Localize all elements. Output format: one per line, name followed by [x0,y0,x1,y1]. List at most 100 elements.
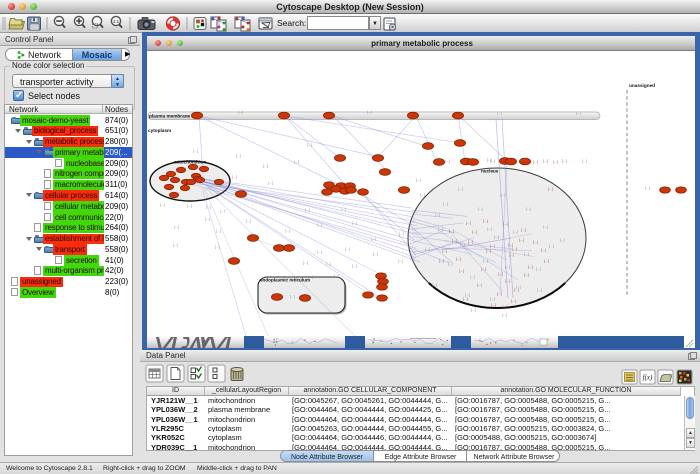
svg-text:[...]: [...] [263,164,268,168]
svg-text:[...]: [...] [216,229,221,233]
svg-text:[...]: [...] [367,110,372,114]
svg-text:[...]: [...] [544,259,549,263]
svg-text:[...]: [...] [491,303,496,307]
svg-text:endoplasmic reticulum: endoplasmic reticulum [260,278,310,283]
svg-text:[...]: [...] [456,257,461,261]
svg-text:[...]: [...] [576,111,581,115]
svg-text:[...]: [...] [236,154,241,158]
svg-text:[...]: [...] [526,207,531,211]
svg-text:[...]: [...] [486,249,491,253]
svg-text:[...]: [...] [445,159,450,163]
svg-text:[...]: [...] [521,228,526,232]
svg-text:[...]: [...] [645,186,650,190]
svg-text:[...]: [...] [294,160,299,164]
svg-text:[...]: [...] [505,279,510,283]
svg-text:[...]: [...] [537,288,542,292]
svg-text:[...]: [...] [303,261,308,265]
svg-text:[...]: [...] [290,295,295,299]
svg-text:[...]: [...] [512,247,517,251]
svg-text:[...]: [...] [443,202,448,206]
svg-text:[...]: [...] [533,240,538,244]
svg-text:[...]: [...] [215,245,220,249]
svg-text:[...]: [...] [160,203,165,207]
svg-text:[...]: [...] [505,265,510,269]
svg-text:[...]: [...] [560,238,565,242]
svg-text:[...]: [...] [503,222,508,226]
svg-text:[...]: [...] [528,265,533,269]
svg-text:[...]: [...] [514,288,519,292]
svg-text:[...]: [...] [468,240,473,244]
svg-text:[...]: [...] [438,227,443,231]
svg-text:[...]: [...] [452,239,457,243]
svg-text:[...]: [...] [399,232,404,236]
svg-text:[...]: [...] [524,273,529,277]
svg-text:[...]: [...] [448,262,453,266]
svg-text:[...]: [...] [334,274,339,278]
svg-text:[...]: [...] [497,111,502,115]
svg-text:[...]: [...] [502,305,507,309]
svg-text:[...]: [...] [449,229,454,233]
svg-text:[...]: [...] [420,193,425,197]
svg-text:[...]: [...] [317,250,322,254]
svg-text:[...]: [...] [193,149,198,153]
svg-text:[...]: [...] [494,235,499,239]
svg-text:[...]: [...] [553,160,558,164]
svg-text:[...]: [...] [508,243,513,247]
svg-text:[...]: [...] [466,221,471,225]
svg-text:[...]: [...] [521,157,526,161]
svg-text:[...]: [...] [490,159,495,163]
svg-text:[...]: [...] [416,178,421,182]
svg-text:[...]: [...] [458,187,463,191]
svg-text:[...]: [...] [463,297,468,301]
svg-text:[...]: [...] [543,225,548,229]
svg-text:unassigned: unassigned [629,83,655,88]
svg-text:1:1: 1:1 [113,19,120,24]
svg-text:[...]: [...] [317,223,322,227]
svg-text:[...]: [...] [459,269,464,273]
svg-text:[...]: [...] [524,252,529,256]
svg-text:[...]: [...] [460,243,465,247]
svg-text:[...]: [...] [500,193,505,197]
svg-text:[...]: [...] [341,207,346,211]
svg-text:[...]: [...] [513,230,518,234]
svg-text:[...]: [...] [326,262,331,266]
svg-text:[...]: [...] [246,219,251,223]
svg-text:[...]: [...] [307,143,312,147]
svg-text:[...]: [...] [582,159,587,163]
svg-text:cytoplasm: cytoplasm [148,128,171,133]
svg-text:[...]: [...] [432,283,437,287]
svg-text:[...]: [...] [173,243,178,247]
svg-text:[...]: [...] [345,247,350,251]
svg-text:[...]: [...] [305,208,310,212]
svg-text:[...]: [...] [471,308,476,312]
svg-text:nucleus: nucleus [481,169,499,174]
svg-text:mitochondrion: mitochondrion [174,160,206,165]
svg-text:[...]: [...] [519,238,524,242]
svg-text:[...]: [...] [481,267,486,271]
svg-text:f(x): f(x) [643,374,653,382]
svg-text:[...]: [...] [187,204,192,208]
svg-text:[...]: [...] [478,207,483,211]
svg-text:[...]: [...] [439,259,444,263]
svg-text:[...]: [...] [398,259,403,263]
svg-text:[...]: [...] [442,249,447,253]
svg-text:[...]: [...] [548,187,553,191]
svg-text:[...]: [...] [498,272,503,276]
svg-text:[...]: [...] [487,227,492,231]
svg-text:[...]: [...] [268,181,273,185]
svg-text:[...]: [...] [490,244,495,248]
svg-text:[...]: [...] [490,297,495,301]
svg-text:[...]: [...] [232,175,237,179]
svg-text:[...]: [...] [541,248,546,252]
svg-text:[...]: [...] [352,221,357,225]
svg-text:[...]: [...] [477,283,482,287]
svg-text:[...]: [...] [425,247,430,251]
svg-text:[...]: [...] [497,292,502,296]
svg-text:[...]: [...] [502,313,507,317]
svg-text:[...]: [...] [472,230,477,234]
svg-text:[...]: [...] [174,225,179,229]
svg-text:[...]: [...] [238,110,243,114]
svg-text:[...]: [...] [206,205,211,209]
svg-text:[...]: [...] [483,259,488,263]
svg-text:[...]: [...] [483,219,488,223]
